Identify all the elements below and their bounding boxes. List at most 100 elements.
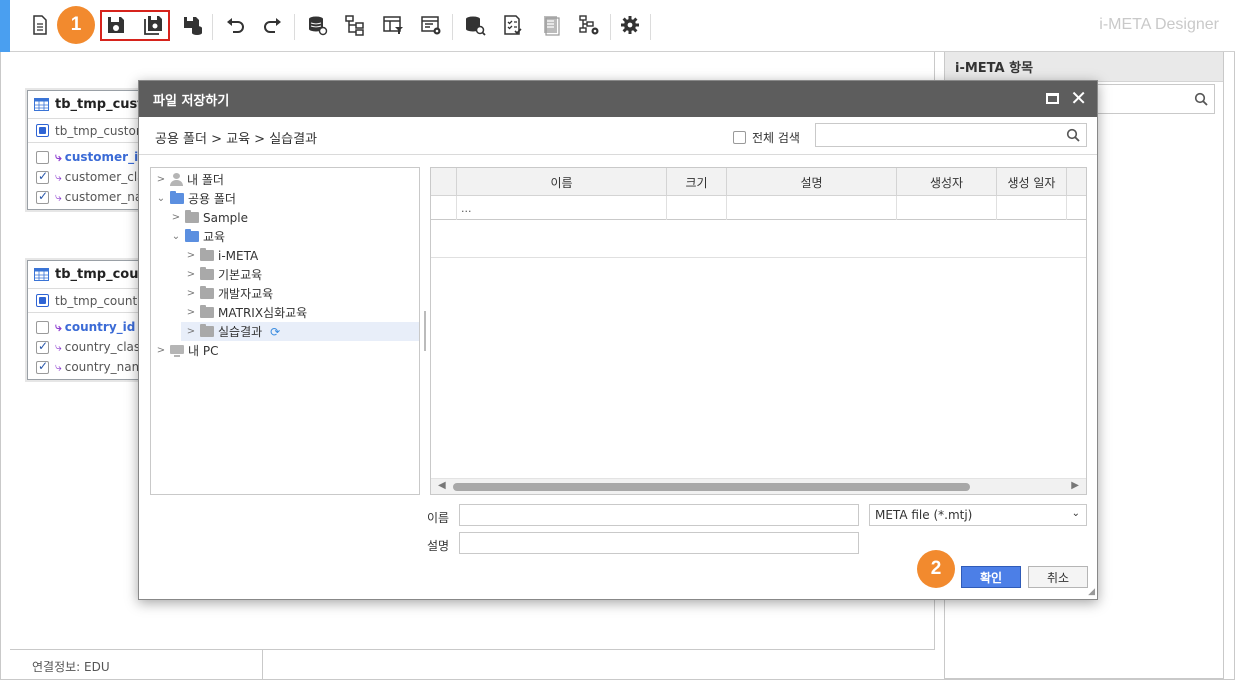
column-checkbox[interactable] [36, 320, 49, 334]
tree-item-education[interactable]: ⌄ 교육 [170, 227, 225, 246]
grid-header-created-date[interactable]: 생성 일자 [997, 168, 1067, 196]
column-row[interactable]: ⤷ country_nam [28, 357, 156, 377]
folder-icon [200, 248, 214, 261]
tree-item-my-folder[interactable]: > 내 폴더 [155, 170, 224, 189]
search-icon[interactable] [1194, 92, 1208, 106]
database-link-icon[interactable] [304, 12, 330, 38]
table-filter-icon[interactable] [380, 12, 406, 38]
size-cell [667, 196, 727, 220]
grid-header-description[interactable]: 설명 [727, 168, 897, 196]
folder-icon [170, 191, 184, 204]
chevron-right-icon[interactable]: > [185, 250, 197, 261]
tree-item-my-pc[interactable]: > 내 PC [155, 341, 219, 360]
grid-header-creator[interactable]: 생성자 [897, 168, 997, 196]
column-key-icon: ⤷ [55, 169, 62, 184]
description-cell [727, 196, 897, 220]
save-db-icon[interactable] [179, 12, 205, 38]
chevron-right-icon[interactable]: > [170, 212, 182, 223]
database-search-icon[interactable] [462, 12, 488, 38]
chevron-down-icon[interactable]: ⌄ [170, 231, 182, 242]
resize-grip-icon[interactable]: ◢ [1088, 587, 1095, 597]
checklist-icon[interactable] [500, 12, 526, 38]
grid-header-name[interactable]: 이름 [457, 168, 667, 196]
description-input[interactable] [459, 532, 859, 554]
redo-icon[interactable] [260, 12, 286, 38]
dialog-search-input[interactable] [815, 123, 1087, 147]
tree-item-basic-education[interactable]: > 기본교육 [185, 265, 262, 284]
full-search-option[interactable]: 전체 검색 [733, 129, 800, 146]
grid-header-size[interactable]: 크기 [667, 168, 727, 196]
table-checkbox[interactable] [36, 294, 49, 307]
status-divider [262, 650, 263, 680]
chevron-right-icon[interactable]: > [185, 288, 197, 299]
tree-settings-icon[interactable] [576, 12, 602, 38]
chevron-down-icon[interactable]: ⌄ [1072, 508, 1080, 519]
column-row[interactable]: ⤷ customer_na [28, 187, 156, 207]
table-alias: tb_tmp_custom [55, 123, 148, 138]
column-checkbox[interactable] [36, 150, 49, 164]
dialog-title-bar[interactable]: 파일 저장하기 [139, 81, 1097, 117]
table-card-header[interactable]: tb_tmp_coun [28, 261, 156, 289]
cancel-button[interactable]: 취소 [1028, 566, 1088, 588]
table-card-header[interactable]: tb_tmp_custo [28, 91, 156, 119]
refresh-icon[interactable]: ⟳ [270, 325, 280, 339]
path-bar: 공용 폴더 > 교육 > 실습결과 전체 검색 [139, 117, 1097, 155]
tree-item-imeta[interactable]: > i-META [185, 246, 258, 265]
panel-search-input[interactable] [1095, 84, 1215, 114]
chevron-right-icon[interactable]: > [155, 345, 167, 356]
folder-icon [200, 267, 214, 280]
created-date-cell [997, 196, 1067, 220]
column-row[interactable]: ⤷ customer_cla [28, 167, 156, 187]
scroll-right-icon[interactable]: ▶ [1071, 480, 1079, 491]
chevron-right-icon[interactable]: > [185, 326, 197, 337]
save-as-icon[interactable] [140, 12, 166, 38]
scrollbar-thumb[interactable] [453, 483, 970, 491]
horizontal-scrollbar[interactable]: ◀ ▶ [431, 478, 1086, 494]
file-type-value: META file (*.mtj) [875, 508, 973, 522]
undo-icon[interactable] [222, 12, 248, 38]
tree-item-developer-education[interactable]: > 개발자교육 [185, 284, 273, 303]
table-checkbox[interactable] [36, 124, 49, 137]
new-document-icon[interactable] [27, 12, 53, 38]
column-label: country_nam [64, 360, 144, 374]
maximize-icon[interactable] [1046, 93, 1059, 104]
toolbar-separator [212, 14, 213, 40]
table-alias-row[interactable]: tb_tmp_country [28, 289, 156, 313]
file-name-input[interactable] [459, 504, 859, 526]
save-icon[interactable] [103, 12, 129, 38]
folder-icon [185, 229, 199, 242]
gear-icon[interactable] [617, 12, 643, 38]
column-checkbox[interactable] [36, 339, 49, 354]
search-icon[interactable] [1066, 128, 1080, 142]
tree-item-shared-folder[interactable]: ⌄ 공용 폴더 [155, 189, 236, 208]
tree-item-label: 공용 폴더 [188, 192, 236, 206]
full-search-checkbox[interactable] [733, 131, 746, 144]
table-row[interactable]: ... [431, 196, 1086, 220]
column-row[interactable]: ⤷ country_class [28, 337, 156, 357]
confirm-button[interactable]: 확인 [961, 566, 1021, 588]
scroll-left-icon[interactable]: ◀ [438, 480, 446, 491]
chevron-right-icon[interactable]: > [155, 174, 167, 185]
breadcrumb: 공용 폴더 > 교육 > 실습결과 [155, 132, 318, 147]
chevron-down-icon[interactable]: ⌄ [155, 193, 167, 204]
file-type-select[interactable]: META file (*.mtj) ⌄ [869, 504, 1087, 526]
table-icon [34, 98, 49, 111]
column-checkbox[interactable] [36, 169, 49, 184]
tree-item-matrix-education[interactable]: > MATRIX심화교육 [185, 303, 307, 322]
hierarchy-icon[interactable] [342, 12, 368, 38]
close-icon[interactable]: ✕ [1070, 87, 1087, 109]
connection-status: 연결정보: EDU [32, 660, 110, 674]
chevron-right-icon[interactable]: > [185, 269, 197, 280]
document-icon[interactable] [538, 12, 564, 38]
table-settings-icon[interactable] [418, 12, 444, 38]
table-alias-row[interactable]: tb_tmp_custom [28, 119, 156, 143]
column-row[interactable]: ⤷ customer_id [28, 147, 156, 167]
pane-splitter[interactable] [424, 311, 426, 351]
tree-item-practice-results[interactable]: > 실습결과 ⟳ [181, 322, 419, 341]
status-bar: 연결정보: EDU [10, 649, 935, 680]
tree-item-sample[interactable]: > Sample [170, 208, 248, 227]
column-row[interactable]: ⤷ country_id [28, 317, 156, 337]
column-checkbox[interactable] [36, 359, 49, 374]
chevron-right-icon[interactable]: > [185, 307, 197, 318]
column-checkbox[interactable] [36, 189, 49, 204]
